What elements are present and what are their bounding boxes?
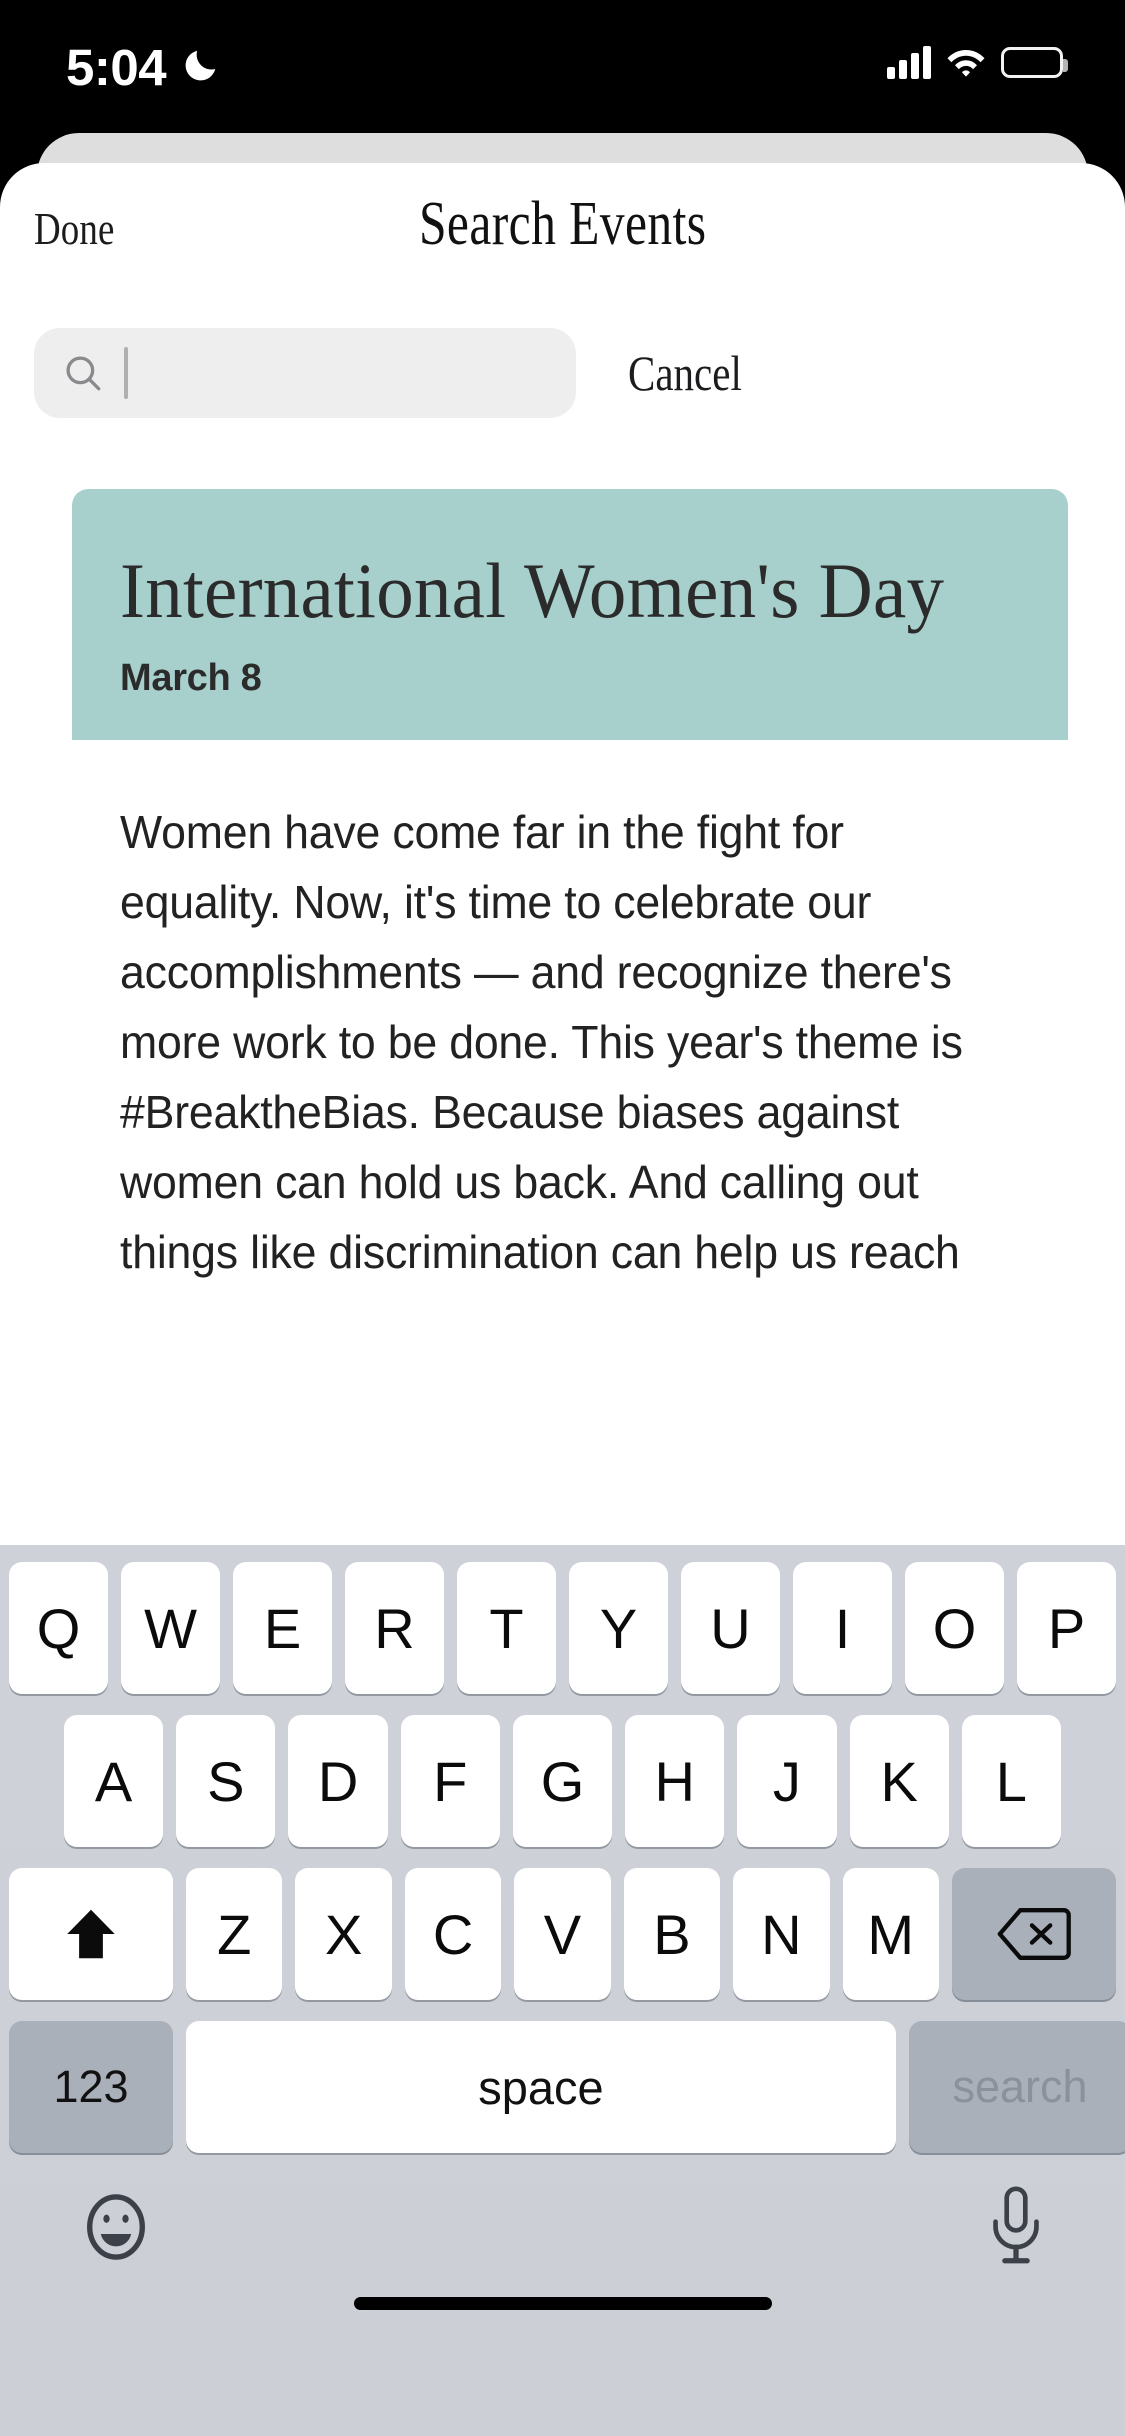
shift-key[interactable] [9, 1868, 173, 2000]
key-t[interactable]: T [457, 1562, 556, 1694]
key-s[interactable]: S [176, 1715, 276, 1847]
key-d[interactable]: D [288, 1715, 388, 1847]
status-bar: 5:04 [0, 0, 1125, 132]
home-indicator-bar[interactable] [353, 2297, 772, 2310]
search-events-sheet: Done Search Events Cancel International … [0, 163, 1125, 2436]
cancel-button[interactable]: Cancel [628, 344, 742, 402]
key-x[interactable]: X [295, 1868, 392, 2000]
iphone-screen: 5:04 Done Search Events Cancel Internati… [0, 0, 1125, 2436]
key-h[interactable]: H [625, 1715, 725, 1847]
wifi-icon [947, 50, 985, 77]
backspace-key[interactable] [951, 1868, 1116, 2000]
key-l[interactable]: L [961, 1715, 1061, 1847]
key-b[interactable]: B [623, 1868, 721, 2000]
moon-crescent-icon [185, 50, 216, 81]
software-keyboard[interactable]: Q W E R T Y U I O P A S D F G H J K L Z … [0, 1545, 1125, 2436]
key-o[interactable]: O [905, 1562, 1004, 1694]
key-e[interactable]: E [233, 1562, 332, 1694]
status-bar-time: 5:04 [66, 39, 167, 96]
key-f[interactable]: F [400, 1715, 500, 1847]
microphone-icon[interactable] [985, 2185, 1047, 2267]
key-r[interactable]: R [345, 1562, 444, 1694]
keyboard-row-2: A S D F G H J K L [0, 1715, 1125, 1847]
shift-arrow-up-icon [67, 1909, 115, 1959]
search-input[interactable] [34, 328, 576, 418]
event-title-text: International Women's Day [120, 547, 945, 634]
key-k[interactable]: K [849, 1715, 949, 1847]
event-date: March 8 [120, 657, 262, 700]
event-card-header: International Women's Day March 8 [72, 489, 1068, 741]
space-key[interactable]: space [186, 2021, 896, 2153]
key-q[interactable]: Q [9, 1562, 108, 1694]
keyboard-row-3: Z X C V B N M [0, 1868, 1125, 2000]
key-g[interactable]: G [512, 1715, 613, 1847]
keyboard-bottom-bar [0, 2153, 1125, 2328]
search-bar-row: Cancel [0, 318, 1125, 428]
status-bar-indicators [887, 45, 1068, 79]
signal-bars-icon [887, 45, 931, 79]
event-description: Women have come far in the fight for equ… [120, 806, 963, 1278]
page-title: Search Events [0, 189, 1125, 260]
battery-full-icon [1001, 46, 1068, 78]
key-w[interactable]: W [121, 1562, 220, 1694]
search-icon [66, 356, 101, 391]
navigation-bar: Done Search Events [0, 163, 1125, 303]
event-card-body: Women have come far in the fight for equ… [72, 740, 1068, 1288]
search-results-list[interactable]: International Women's Day March 8 Women … [0, 463, 1125, 1593]
search-return-key[interactable]: search [909, 2021, 1125, 2153]
key-v[interactable]: V [514, 1868, 611, 2000]
event-card[interactable]: International Women's Day March 8 Women … [72, 489, 1068, 1288]
text-cursor [124, 347, 128, 399]
key-u[interactable]: U [681, 1562, 780, 1694]
key-y[interactable]: Y [569, 1562, 668, 1694]
keyboard-row-4: 123 space search [0, 2021, 1125, 2153]
emoji-smiley-icon[interactable] [78, 2189, 154, 2265]
numbers-key[interactable]: 123 [9, 2021, 173, 2153]
key-p[interactable]: P [1017, 1562, 1116, 1694]
key-m[interactable]: M [842, 1868, 939, 2000]
key-j[interactable]: J [737, 1715, 837, 1847]
keyboard-row-1: Q W E R T Y U I O P [0, 1562, 1125, 1694]
key-z[interactable]: Z [186, 1868, 283, 2000]
backspace-delete-icon [997, 1908, 1071, 1960]
key-a[interactable]: A [64, 1715, 164, 1847]
key-n[interactable]: N [733, 1868, 830, 2000]
key-i[interactable]: I [793, 1562, 892, 1694]
key-c[interactable]: C [404, 1868, 502, 2000]
event-title: International Women's Day [120, 547, 1020, 634]
page-title-text: Search Events [418, 190, 707, 258]
